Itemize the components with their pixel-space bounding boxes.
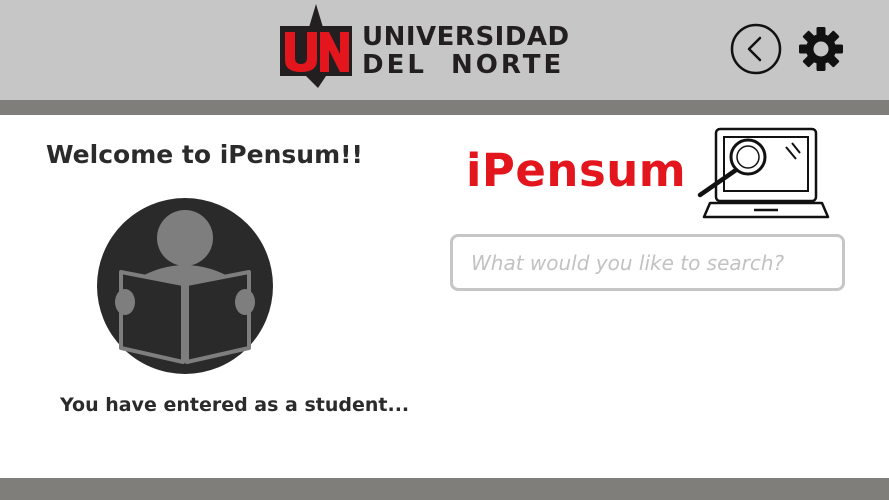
logo-text-line2: DEL NORTE <box>362 50 565 80</box>
un-logo-mark <box>280 4 352 88</box>
gear-icon <box>799 27 843 71</box>
student-reading-icon <box>97 198 273 374</box>
search-box <box>450 234 845 291</box>
university-logo: UNIVERSIDAD DEL NORTE <box>278 4 578 90</box>
header-divider <box>0 100 889 115</box>
search-input[interactable] <box>453 237 842 288</box>
header-bar: UNIVERSIDAD DEL NORTE <box>0 0 889 100</box>
settings-button[interactable] <box>798 26 844 72</box>
welcome-title: Welcome to iPensum!! <box>46 140 363 169</box>
back-button[interactable] <box>730 23 782 75</box>
laptop-search-icon <box>697 127 830 219</box>
chevron-left-circle-icon <box>730 23 782 75</box>
footer-bar <box>0 478 889 500</box>
student-caption: You have entered as a student... <box>60 394 410 416</box>
logo-text-line1: UNIVERSIDAD <box>362 22 570 52</box>
brand-name: iPensum <box>466 144 687 197</box>
